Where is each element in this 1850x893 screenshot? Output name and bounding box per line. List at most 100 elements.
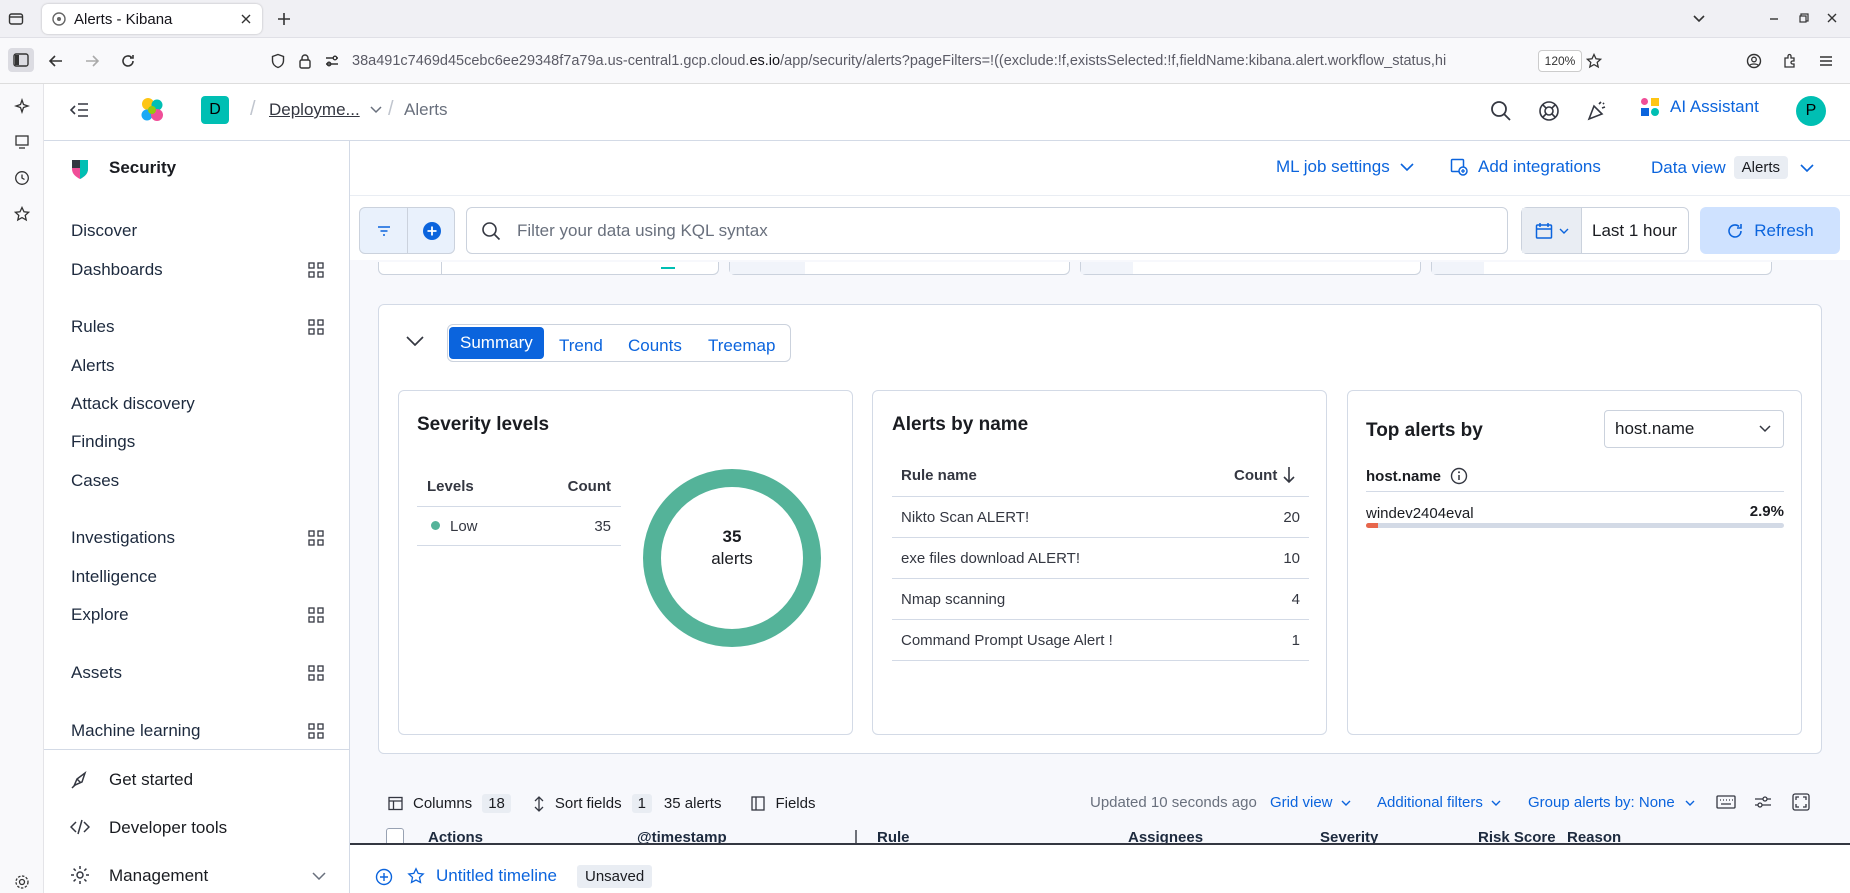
lock-icon[interactable] — [298, 53, 312, 69]
list-all-tabs-icon[interactable] — [1692, 12, 1706, 26]
restore-window-icon[interactable] — [1798, 12, 1810, 24]
new-tab-icon[interactable] — [276, 11, 292, 27]
sidebar-toggle-icon[interactable] — [8, 48, 34, 72]
browser-tab-active[interactable]: Alerts - Kibana — [42, 4, 262, 34]
add-integrations-button[interactable]: Add integrations — [1450, 157, 1601, 177]
sidebar-item-attack-discovery[interactable]: Attack discovery — [71, 394, 195, 414]
info-icon[interactable] — [1450, 467, 1468, 485]
group-by-field-select[interactable]: host.name — [1604, 410, 1784, 448]
rule-name-cell[interactable]: Command Prompt Usage Alert ! — [901, 632, 1113, 649]
sidebar-item-cases[interactable]: Cases — [71, 471, 119, 491]
elastic-logo-icon[interactable] — [138, 96, 166, 124]
grid-view-button[interactable]: Grid view — [1270, 794, 1351, 811]
customize-sidebar-icon[interactable] — [14, 874, 30, 890]
sidebar-item-findings[interactable]: Findings — [71, 432, 135, 452]
group-alerts-button[interactable]: Group alerts by: None — [1528, 794, 1695, 811]
synced-tabs-icon[interactable] — [14, 134, 30, 150]
search-icon[interactable] — [1490, 100, 1512, 122]
history-icon[interactable] — [14, 170, 30, 186]
favorite-star-icon[interactable] — [407, 867, 425, 885]
tracking-protection-icon[interactable] — [270, 53, 286, 69]
news-feed-icon[interactable] — [1586, 100, 1608, 122]
rule-name-cell[interactable]: exe files download ALERT! — [901, 550, 1080, 567]
col-severity[interactable]: Severity — [1320, 829, 1378, 843]
severity-row-level[interactable]: Low — [450, 518, 478, 535]
add-timeline-icon[interactable] — [375, 868, 393, 886]
quick-select-button[interactable] — [1522, 208, 1582, 253]
apps-grid-icon[interactable] — [308, 530, 324, 546]
bookmark-star-icon[interactable] — [1586, 53, 1602, 69]
reload-icon[interactable] — [120, 53, 136, 69]
select-all-checkbox[interactable] — [386, 828, 404, 843]
refresh-button[interactable]: Refresh — [1700, 207, 1840, 254]
apps-grid-icon[interactable] — [308, 319, 324, 335]
rule-name-cell[interactable]: Nmap scanning — [901, 591, 1005, 608]
col-assignees[interactable]: Assignees — [1128, 829, 1203, 843]
get-started-link[interactable]: Get started — [109, 770, 193, 790]
management-link[interactable]: Management — [109, 866, 208, 886]
tab-counts[interactable]: Counts — [617, 330, 693, 362]
col-rule[interactable]: Rule — [877, 829, 910, 843]
chevron-down-icon[interactable] — [370, 106, 382, 114]
chevron-down-icon[interactable] — [312, 872, 326, 880]
fields-button[interactable]: Fields — [751, 795, 815, 812]
breadcrumb-deployment[interactable]: Deployme... — [269, 100, 360, 120]
close-window-icon[interactable] — [1826, 12, 1838, 24]
close-tab-icon[interactable] — [240, 13, 252, 25]
zoom-level-badge[interactable]: 120% — [1538, 50, 1582, 72]
apps-grid-icon[interactable] — [308, 262, 324, 278]
collapse-panel-icon[interactable] — [406, 336, 424, 346]
sidebar-item-intelligence[interactable]: Intelligence — [71, 567, 157, 587]
sort-fields-button[interactable]: Sort fields 1 — [533, 794, 652, 813]
sidebar-item-alerts[interactable]: Alerts — [71, 356, 114, 376]
filter-control[interactable] — [1431, 262, 1772, 275]
sort-arrow-icon[interactable] — [850, 829, 862, 843]
user-avatar[interactable]: P — [1796, 96, 1826, 126]
sort-descending-icon[interactable] — [1282, 466, 1296, 484]
top-alert-host[interactable]: windev2404eval — [1366, 505, 1474, 522]
sidebar-item-investigations[interactable]: Investigations — [71, 528, 175, 548]
filter-control[interactable] — [1080, 262, 1421, 275]
minimize-window-icon[interactable] — [1768, 12, 1780, 24]
sidebar-item-rules[interactable]: Rules — [71, 317, 114, 337]
rule-name-cell[interactable]: Nikto Scan ALERT! — [901, 509, 1029, 526]
filter-menu-button[interactable] — [360, 208, 408, 253]
app-menu-icon[interactable] — [1818, 53, 1834, 69]
col-risk-score[interactable]: Risk Score — [1478, 829, 1556, 843]
filter-control[interactable] — [378, 262, 719, 275]
apps-grid-icon[interactable] — [308, 665, 324, 681]
tab-trend[interactable]: Trend — [548, 330, 614, 362]
tab-summary[interactable]: Summary — [449, 327, 544, 359]
kql-search-input[interactable]: Filter your data using KQL syntax — [466, 207, 1508, 254]
sidebar-item-dashboards[interactable]: Dashboards — [71, 260, 163, 280]
bookmarks-icon[interactable] — [14, 206, 30, 222]
tab-treemap[interactable]: Treemap — [697, 330, 786, 362]
col-count[interactable]: Count — [1234, 467, 1277, 484]
fullscreen-icon[interactable] — [1792, 793, 1810, 811]
account-icon[interactable] — [1746, 53, 1762, 69]
add-filter-button[interactable] — [408, 208, 455, 253]
forward-icon[interactable] — [84, 53, 100, 69]
col-reason[interactable]: Reason — [1567, 829, 1621, 843]
apps-grid-icon[interactable] — [308, 723, 324, 739]
sidebar-item-explore[interactable]: Explore — [71, 605, 129, 625]
filter-control[interactable] — [729, 262, 1070, 275]
ai-sparkle-icon[interactable] — [14, 98, 30, 114]
developer-tools-link[interactable]: Developer tools — [109, 818, 227, 838]
space-avatar[interactable]: D — [201, 96, 229, 124]
display-settings-icon[interactable] — [1754, 794, 1772, 810]
collapse-nav-icon[interactable] — [70, 102, 90, 118]
help-icon[interactable] — [1538, 100, 1560, 122]
sidebar-item-assets[interactable]: Assets — [71, 663, 122, 683]
columns-button[interactable]: Columns 18 — [388, 794, 511, 813]
col-rule-name[interactable]: Rule name — [901, 467, 977, 484]
apps-grid-icon[interactable] — [308, 607, 324, 623]
url-field[interactable]: 38a491c7469d45cebc6ee29348f7a79a.us-cent… — [350, 44, 1540, 78]
back-icon[interactable] — [48, 53, 64, 69]
tab-list-icon[interactable] — [8, 11, 24, 27]
col-timestamp[interactable]: @timestamp — [637, 829, 727, 843]
timeline-title[interactable]: Untitled timeline — [436, 866, 557, 886]
date-picker[interactable]: Last 1 hour — [1521, 207, 1689, 254]
ai-assistant-button[interactable]: AI Assistant — [1640, 97, 1759, 117]
additional-filters-button[interactable]: Additional filters — [1377, 794, 1501, 811]
